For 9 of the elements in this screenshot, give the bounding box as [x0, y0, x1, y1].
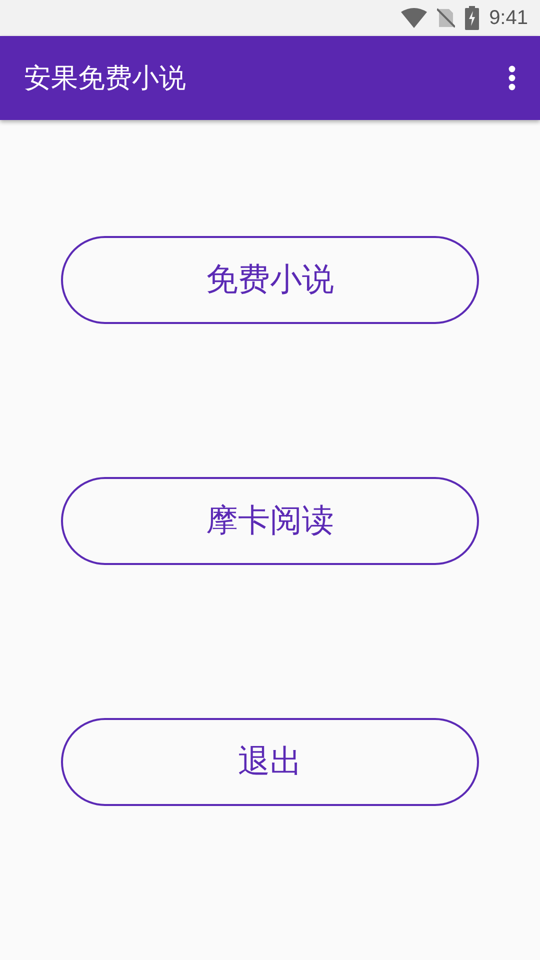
app-title: 安果免费小说: [24, 62, 186, 96]
menu-button[interactable]: 退出: [61, 718, 479, 806]
menu-button[interactable]: 摩卡阅读: [61, 477, 479, 565]
menu-button[interactable]: 免费小说: [61, 236, 479, 324]
no-sim-icon: [437, 7, 456, 29]
battery-charging-icon: [465, 6, 480, 30]
overflow-menu-icon[interactable]: [508, 65, 516, 91]
status-time: 9:41: [489, 6, 528, 30]
wifi-icon: [401, 8, 428, 28]
